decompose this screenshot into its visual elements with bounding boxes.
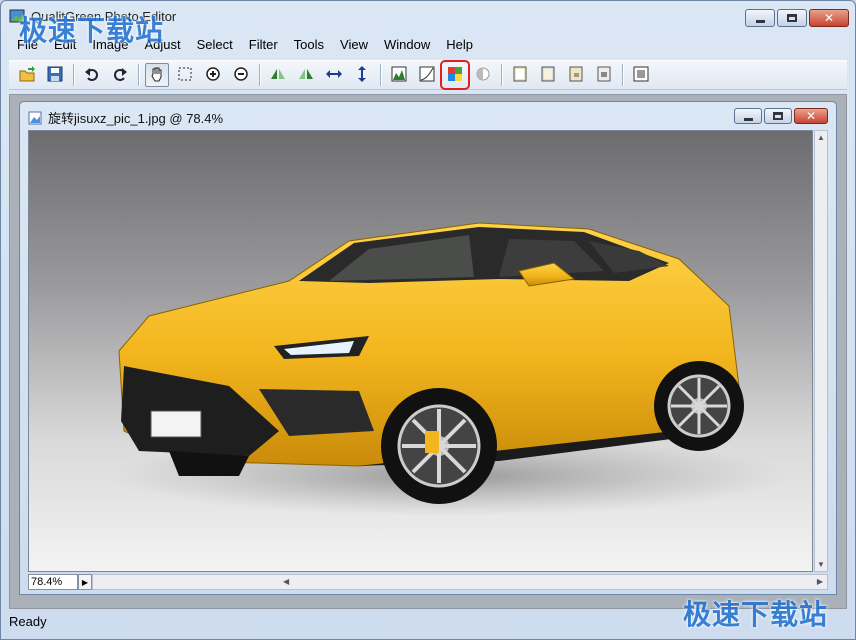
- document-title-bar: 旋转jisuxz_pic_1.jpg @ 78.4%: [28, 108, 223, 127]
- hand-tool-icon: [148, 65, 166, 86]
- frame-3-button[interactable]: [564, 63, 588, 87]
- fullscreen-icon: [632, 65, 650, 86]
- menu-filter[interactable]: Filter: [241, 35, 286, 55]
- zoom-in-icon: [204, 65, 222, 86]
- frame-4-icon: [595, 65, 613, 86]
- frame-4-button[interactable]: [592, 63, 616, 87]
- zoom-menu-button[interactable]: ▶: [78, 574, 92, 590]
- scroll-up-icon[interactable]: ▲: [817, 133, 825, 142]
- frame-1-button[interactable]: [508, 63, 532, 87]
- zoom-out-button[interactable]: [229, 63, 253, 87]
- undo-icon: [83, 65, 101, 86]
- flip-right-icon: [297, 65, 315, 86]
- close-button[interactable]: ✕: [809, 9, 849, 27]
- menu-file[interactable]: File: [9, 35, 46, 55]
- brightness-icon: [474, 65, 492, 86]
- main-window: QualitGreen Photo Editor ✕ File Edit Image…: [0, 0, 856, 640]
- maximize-icon: [787, 14, 797, 22]
- doc-restore-button[interactable]: [764, 108, 792, 124]
- brightness-button[interactable]: [471, 63, 495, 87]
- color-balance-icon: [446, 65, 464, 86]
- zoom-in-button[interactable]: [201, 63, 225, 87]
- menu-select[interactable]: Select: [189, 35, 241, 55]
- frame-2-icon: [539, 65, 557, 86]
- marquee-select-icon: [176, 65, 194, 86]
- restore-icon: [773, 112, 783, 120]
- document-caption-buttons: ✕: [734, 108, 828, 124]
- document-status-row: 78.4% ▶ ◀ ▶: [28, 574, 828, 590]
- frame-2-button[interactable]: [536, 63, 560, 87]
- flip-left-button[interactable]: [266, 63, 290, 87]
- image-canvas[interactable]: [28, 130, 813, 572]
- color-balance-button[interactable]: [440, 60, 470, 90]
- levels-icon: [390, 65, 408, 86]
- close-icon: ✕: [805, 109, 817, 123]
- levels-button[interactable]: [387, 63, 411, 87]
- maximize-button[interactable]: [777, 9, 807, 27]
- open-icon: [18, 65, 36, 86]
- doc-close-button[interactable]: ✕: [794, 108, 828, 124]
- image-file-icon: [28, 111, 42, 124]
- car-photo: [109, 222, 789, 516]
- title-bar: QualitGreen Photo Editor ✕: [1, 1, 855, 33]
- flip-vertical-icon: [353, 65, 371, 86]
- fullscreen-button[interactable]: [629, 63, 653, 87]
- menu-edit[interactable]: Edit: [46, 35, 84, 55]
- zoom-out-icon: [232, 65, 250, 86]
- horizontal-scrollbar[interactable]: ◀ ▶: [92, 574, 828, 590]
- app-icon: [9, 9, 25, 23]
- menu-bar: File Edit Image Adjust Select Filter Tools View…: [9, 35, 481, 55]
- window-caption-buttons: ✕: [745, 9, 849, 27]
- scroll-down-icon[interactable]: ▼: [817, 560, 825, 569]
- flip-right-button[interactable]: [294, 63, 318, 87]
- toolbar-separator: [138, 64, 139, 86]
- hand-tool-button[interactable]: [145, 63, 169, 87]
- flip-left-icon: [269, 65, 287, 86]
- status-text: Ready: [9, 614, 47, 629]
- redo-icon: [111, 65, 129, 86]
- minimize-icon: [743, 117, 753, 121]
- undo-button[interactable]: [80, 63, 104, 87]
- flip-horizontal-button[interactable]: [322, 63, 346, 87]
- toolbar: [9, 60, 847, 90]
- toolbar-separator: [622, 64, 623, 86]
- minimize-button[interactable]: [745, 9, 775, 27]
- open-button[interactable]: [15, 63, 39, 87]
- menu-help[interactable]: Help: [438, 35, 481, 55]
- toolbar-separator: [259, 64, 260, 86]
- menu-window[interactable]: Window: [376, 35, 438, 55]
- menu-adjust[interactable]: Adjust: [137, 35, 189, 55]
- save-button[interactable]: [43, 63, 67, 87]
- toolbar-separator: [380, 64, 381, 86]
- redo-button[interactable]: [108, 63, 132, 87]
- vertical-scrollbar[interactable]: ▲ ▼: [814, 130, 828, 572]
- menu-view[interactable]: View: [332, 35, 376, 55]
- window-title: QualitGreen Photo Editor: [31, 9, 177, 24]
- flip-vertical-button[interactable]: [350, 63, 374, 87]
- document-title: 旋转jisuxz_pic_1.jpg @ 78.4%: [48, 111, 224, 126]
- menu-tools[interactable]: Tools: [286, 35, 332, 55]
- scroll-left-icon[interactable]: ◀: [283, 577, 289, 586]
- curves-button[interactable]: [415, 63, 439, 87]
- curves-icon: [418, 65, 436, 86]
- zoom-field[interactable]: 78.4%: [28, 574, 78, 590]
- doc-minimize-button[interactable]: [734, 108, 762, 124]
- minimize-icon: [755, 19, 765, 23]
- marquee-select-button[interactable]: [173, 63, 197, 87]
- toolbar-separator: [501, 64, 502, 86]
- frame-1-icon: [511, 65, 529, 86]
- play-right-icon: ▶: [81, 577, 89, 587]
- flip-horizontal-icon: [325, 65, 343, 86]
- document-window: 旋转jisuxz_pic_1.jpg @ 78.4% ✕ ▲ ▼ 78.4% ▶…: [19, 101, 837, 595]
- toolbar-separator: [73, 64, 74, 86]
- save-icon: [46, 65, 64, 86]
- close-icon: ✕: [823, 11, 835, 25]
- scroll-right-icon[interactable]: ▶: [817, 577, 823, 586]
- menu-image[interactable]: Image: [84, 35, 136, 55]
- frame-3-icon: [567, 65, 585, 86]
